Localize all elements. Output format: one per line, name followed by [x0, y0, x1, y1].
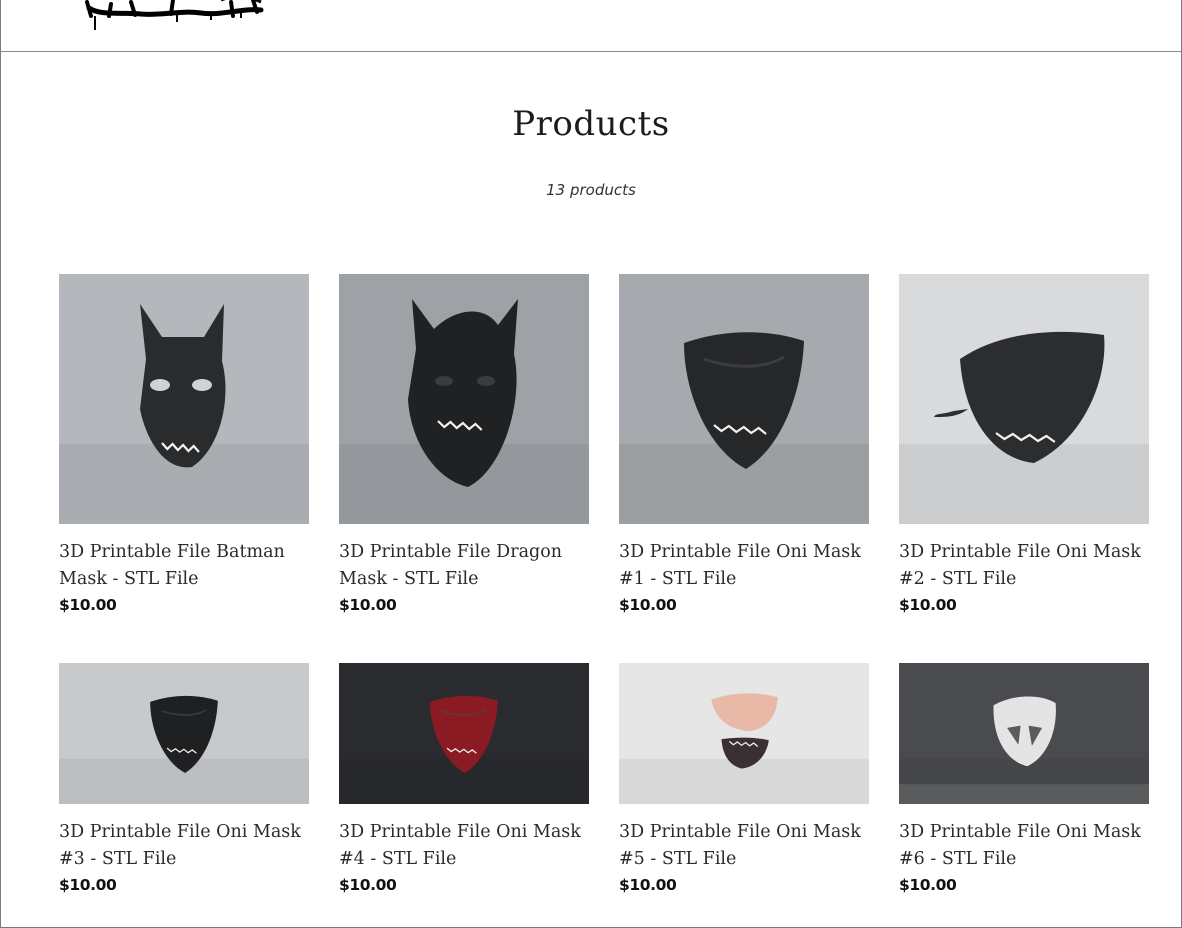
mask-render-image: [339, 663, 589, 804]
site-header: [0, 0, 1182, 52]
product-image[interactable]: [339, 274, 589, 524]
product-image[interactable]: [619, 274, 869, 524]
graffiti-logo-icon: [85, 0, 264, 30]
product-image[interactable]: [899, 663, 1149, 804]
product-title[interactable]: 3D Printable File Dragon Mask - STL File: [339, 539, 589, 593]
product-price: $10.00: [339, 596, 397, 614]
product-image[interactable]: [619, 663, 869, 804]
product-price: $10.00: [899, 596, 957, 614]
product-title[interactable]: 3D Printable File Oni Mask #6 - STL File: [899, 819, 1149, 873]
product-title[interactable]: 3D Printable File Oni Mask #5 - STL File: [619, 819, 869, 873]
page-title: Products: [512, 104, 670, 144]
mask-render-image: [899, 663, 1149, 804]
product-title[interactable]: 3D Printable File Oni Mask #3 - STL File: [59, 819, 309, 873]
product-image[interactable]: [59, 663, 309, 804]
mask-render-image: [339, 274, 589, 524]
product-price: $10.00: [59, 596, 117, 614]
mask-render-image: [619, 274, 869, 524]
mask-render-image: [619, 663, 869, 804]
mask-render-image: [899, 274, 1149, 524]
product-title[interactable]: 3D Printable File Oni Mask #1 - STL File: [619, 539, 869, 593]
mask-render-image: [59, 274, 309, 524]
product-image[interactable]: [899, 274, 1149, 524]
mask-render-image: [59, 663, 309, 804]
product-price: $10.00: [619, 876, 677, 894]
product-title[interactable]: 3D Printable File Batman Mask - STL File: [59, 539, 309, 593]
product-image[interactable]: [339, 663, 589, 804]
product-price: $10.00: [59, 876, 117, 894]
site-logo[interactable]: [81, 0, 267, 34]
product-price: $10.00: [899, 876, 957, 894]
product-title[interactable]: 3D Printable File Oni Mask #4 - STL File: [339, 819, 589, 873]
product-price: $10.00: [339, 876, 397, 894]
product-price: $10.00: [619, 596, 677, 614]
product-title[interactable]: 3D Printable File Oni Mask #2 - STL File: [899, 539, 1149, 593]
product-count: 13 products: [546, 181, 636, 199]
product-image[interactable]: [59, 274, 309, 524]
